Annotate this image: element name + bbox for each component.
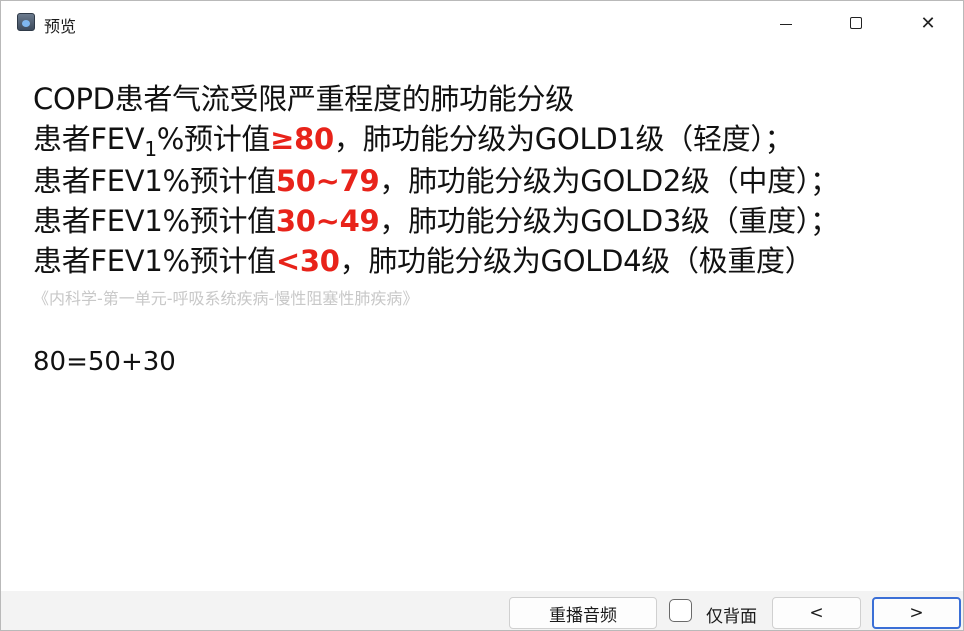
back-formula: 80=50+30: [33, 347, 176, 377]
grade-threshold: 30~49: [275, 204, 380, 238]
grade-line-2: 患者FEV1%预计值50~79，肺功能分级为GOLD2级（中度）；: [33, 161, 943, 201]
title-bar[interactable]: 预览 ✕: [1, 1, 963, 45]
grade-line-3: 患者FEV1%预计值30~49，肺功能分级为GOLD3级（重度）；: [33, 201, 943, 241]
replay-audio-button[interactable]: 重播音频: [509, 597, 657, 629]
minimize-icon: [780, 23, 792, 25]
maximize-icon: [850, 17, 862, 29]
next-button[interactable]: >: [872, 597, 961, 629]
grade-line-text: ，肺功能分级为GOLD2级（中度）；: [379, 164, 839, 198]
grade-line-1: 患者FEV1%预计值≥80，肺功能分级为GOLD1级（轻度）；: [33, 119, 943, 159]
grade-line-text: 患者FEV1%预计值: [33, 164, 276, 198]
grade-line-text: ，肺功能分级为GOLD4级（极重度）: [339, 244, 814, 278]
grade-line-4: 患者FEV1%预计值<30，肺功能分级为GOLD4级（极重度）: [33, 241, 943, 281]
back-only-checkbox[interactable]: [669, 599, 692, 622]
grade-threshold: 50~79: [275, 164, 380, 198]
window-title: 预览: [44, 17, 77, 36]
previous-button[interactable]: <: [772, 597, 861, 629]
card-heading: COPD患者气流受限严重程度的肺功能分级: [33, 82, 574, 116]
grade-line-text: %预计值: [156, 122, 271, 156]
preview-window: 预览 ✕ COPD患者气流受限严重程度的肺功能分级 患者FEV1%预计值≥80，…: [0, 0, 964, 631]
grade-line-text: 患者FEV: [33, 122, 145, 156]
grade-threshold: ≥80: [270, 122, 334, 156]
card-content: COPD患者气流受限严重程度的肺功能分级 患者FEV1%预计值≥80，肺功能分级…: [33, 79, 943, 309]
app-icon: [17, 13, 35, 31]
grade-line-text: ，肺功能分级为GOLD3级（重度）；: [379, 204, 839, 238]
subscript: 1: [144, 137, 157, 161]
minimize-button[interactable]: [751, 1, 821, 45]
close-icon: ✕: [920, 12, 936, 34]
grade-line-text: 患者FEV1%预计值: [33, 204, 276, 238]
grade-line-text: ，肺功能分级为GOLD1级（轻度）；: [333, 122, 794, 156]
bottom-toolbar: 重播音频 仅背面 < >: [1, 591, 963, 630]
grade-line-text: 患者FEV1%预计值: [33, 244, 276, 278]
maximize-button[interactable]: [821, 1, 891, 45]
source-citation: 《内科学-第一单元-呼吸系统疾病-慢性阻塞性肺疾病》: [33, 289, 419, 308]
grade-threshold: <30: [275, 244, 340, 278]
close-button[interactable]: ✕: [893, 1, 963, 45]
back-only-label[interactable]: 仅背面: [706, 602, 757, 627]
